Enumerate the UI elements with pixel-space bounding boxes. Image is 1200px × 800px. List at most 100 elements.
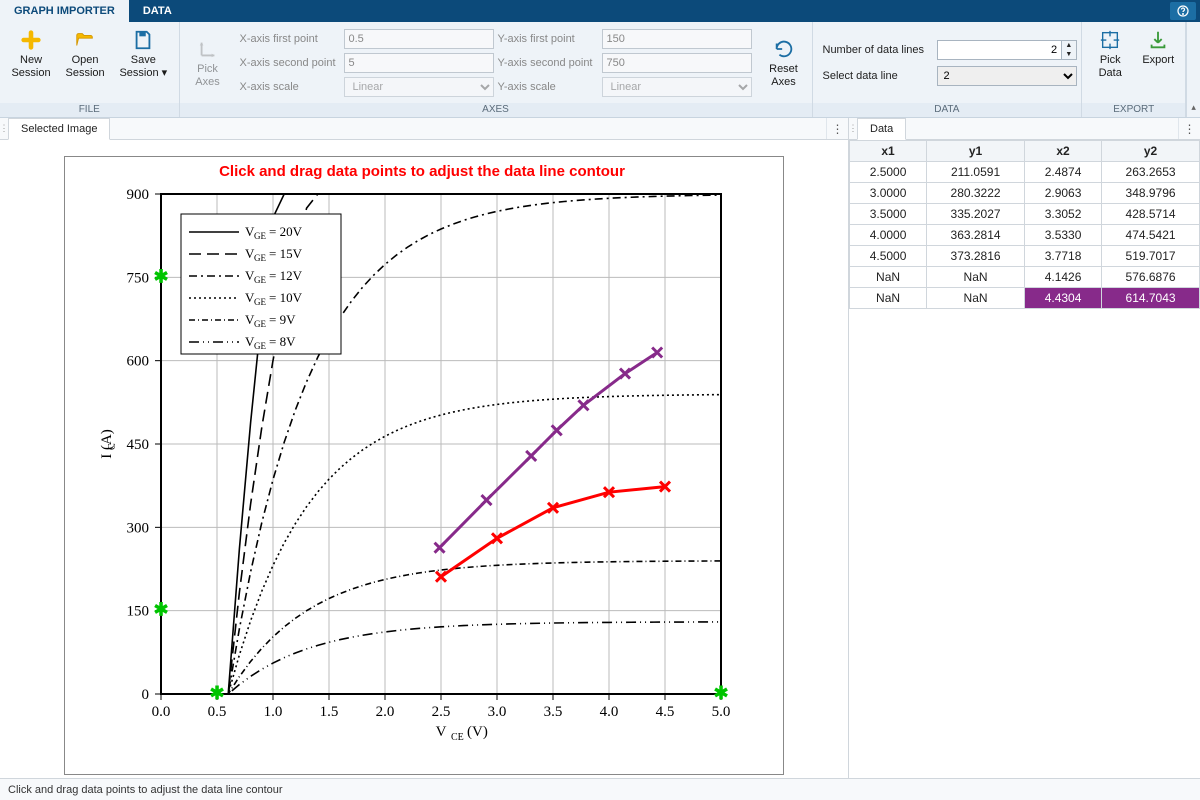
status-text: Click and drag data points to adjust the… — [8, 784, 283, 796]
help-button[interactable] — [1170, 2, 1196, 20]
svg-text:0: 0 — [142, 687, 150, 703]
reset-axes-button[interactable]: Reset Axes — [762, 35, 806, 90]
table-cell[interactable]: 4.0000 — [850, 225, 927, 246]
table-cell[interactable]: NaN — [850, 288, 927, 309]
table-cell[interactable]: 4.5000 — [850, 246, 927, 267]
table-cell[interactable]: 3.3052 — [1024, 204, 1101, 225]
x1-input[interactable] — [344, 29, 494, 49]
y2-input[interactable] — [602, 53, 752, 73]
table-cell[interactable]: 428.5714 — [1102, 204, 1200, 225]
svg-text:5.0: 5.0 — [712, 704, 731, 720]
select-line-label: Select data line — [823, 70, 933, 82]
table-header[interactable]: x2 — [1024, 141, 1101, 162]
svg-text:3.0: 3.0 — [488, 704, 507, 720]
reset-icon — [772, 37, 796, 61]
table-cell[interactable]: 2.4874 — [1024, 162, 1101, 183]
open-session-button[interactable]: Open Session — [60, 26, 110, 81]
doc-tab-selected-image[interactable]: Selected Image — [8, 118, 110, 140]
save-icon — [131, 28, 155, 52]
select-line-dropdown[interactable]: 2 — [937, 66, 1077, 86]
table-row[interactable]: 3.5000335.20273.3052428.5714 — [850, 204, 1200, 225]
table-cell[interactable]: 3.5330 — [1024, 225, 1101, 246]
doc-menu-left[interactable]: ⋮ — [826, 118, 848, 139]
svg-text:3.5: 3.5 — [544, 704, 563, 720]
xs-select[interactable]: Linear — [344, 77, 494, 97]
status-bar: Click and drag data points to adjust the… — [0, 778, 1200, 800]
table-cell[interactable]: 3.5000 — [850, 204, 927, 225]
table-cell[interactable]: 335.2027 — [927, 204, 1025, 225]
table-cell[interactable]: 373.2816 — [927, 246, 1025, 267]
table-cell[interactable]: 519.7017 — [1102, 246, 1200, 267]
table-cell[interactable]: 3.0000 — [850, 183, 927, 204]
svg-text:0.5: 0.5 — [208, 704, 227, 720]
table-cell[interactable]: 2.9063 — [1024, 183, 1101, 204]
y1-label: Y-axis first point — [498, 33, 598, 45]
toolstrip-collapse-button[interactable]: ▴ — [1186, 22, 1200, 117]
table-row[interactable]: NaNNaN4.4304614.7043 — [850, 288, 1200, 309]
new-session-button[interactable]: New Session — [6, 26, 56, 81]
table-cell[interactable]: 4.4304 — [1024, 288, 1101, 309]
table-row[interactable]: 3.0000280.32222.9063348.9796 — [850, 183, 1200, 204]
tab-graph-importer[interactable]: GRAPH IMPORTER — [0, 0, 129, 22]
doc-tab-data[interactable]: Data — [857, 118, 906, 140]
x1-label: X-axis first point — [240, 33, 340, 45]
doc-tab-row: ⋮ Selected Image ⋮ ⋮ Data ⋮ — [0, 118, 1200, 140]
table-cell[interactable]: 363.2814 — [927, 225, 1025, 246]
table-row[interactable]: NaNNaN4.1426576.6876 — [850, 267, 1200, 288]
table-cell[interactable]: 4.1426 — [1024, 267, 1101, 288]
svg-text:= 12V: = 12V — [269, 268, 303, 283]
export-icon — [1146, 28, 1170, 52]
svg-text:GE: GE — [254, 231, 266, 241]
tab-data[interactable]: DATA — [129, 0, 186, 22]
svg-text:= 15V: = 15V — [269, 246, 303, 261]
table-cell[interactable]: 3.7718 — [1024, 246, 1101, 267]
table-cell[interactable]: 263.2653 — [1102, 162, 1200, 183]
pick-axes-button[interactable]: Pick Axes — [186, 35, 230, 90]
table-cell[interactable]: NaN — [927, 267, 1025, 288]
table-header[interactable]: y2 — [1102, 141, 1200, 162]
table-cell[interactable]: 474.5421 — [1102, 225, 1200, 246]
plus-icon — [19, 28, 43, 52]
table-cell[interactable]: 348.9796 — [1102, 183, 1200, 204]
table-cell[interactable]: NaN — [927, 288, 1025, 309]
table-cell[interactable]: 2.5000 — [850, 162, 927, 183]
crosshair-icon — [1098, 28, 1122, 52]
svg-text:CE: CE — [451, 732, 464, 743]
table-row[interactable]: 2.5000211.05912.4874263.2653 — [850, 162, 1200, 183]
table-cell[interactable]: 211.0591 — [927, 162, 1025, 183]
dock-handle-right[interactable]: ⋮ — [849, 118, 857, 139]
dock-handle-left[interactable]: ⋮ — [0, 118, 8, 139]
table-cell[interactable]: NaN — [850, 267, 927, 288]
spinner-down-icon[interactable]: ▼ — [1062, 50, 1075, 59]
save-session-button[interactable]: Save Session ▾ — [114, 26, 172, 81]
svg-text:C: C — [107, 443, 118, 450]
table-cell[interactable]: 576.6876 — [1102, 267, 1200, 288]
plot-area[interactable]: 0.00.51.01.52.02.53.03.54.04.55.00150300… — [81, 184, 761, 754]
table-header[interactable]: x1 — [850, 141, 927, 162]
table-header[interactable]: y1 — [927, 141, 1025, 162]
hint-text: Click and drag data points to adjust the… — [81, 163, 763, 180]
svg-text:(V): (V) — [467, 724, 488, 740]
pick-data-button[interactable]: Pick Data — [1088, 26, 1132, 81]
table-cell[interactable]: 614.7043 — [1102, 288, 1200, 309]
svg-text:2.0: 2.0 — [376, 704, 395, 720]
spinner-up-icon[interactable]: ▲ — [1062, 41, 1075, 50]
numlines-input[interactable] — [938, 41, 1062, 59]
export-button[interactable]: Export — [1136, 26, 1180, 69]
ys-select[interactable]: Linear — [602, 77, 752, 97]
folder-open-icon — [73, 28, 97, 52]
table-cell[interactable]: 280.3222 — [927, 183, 1025, 204]
x2-input[interactable] — [344, 53, 494, 73]
svg-text:900: 900 — [127, 187, 150, 203]
table-row[interactable]: 4.5000373.28163.7718519.7017 — [850, 246, 1200, 267]
svg-text:✱: ✱ — [713, 683, 728, 703]
svg-text:V: V — [436, 724, 447, 740]
section-axes: Pick Axes X-axis first point Y-axis firs… — [180, 22, 813, 117]
table-row[interactable]: 4.0000363.28143.5330474.5421 — [850, 225, 1200, 246]
section-data: Number of data lines ▲▼ Select data line… — [813, 22, 1083, 117]
numlines-spinner[interactable]: ▲▼ — [937, 40, 1077, 60]
doc-menu-right[interactable]: ⋮ — [1178, 118, 1200, 139]
data-table[interactable]: x1y1x2y22.5000211.05912.4874263.26533.00… — [849, 140, 1200, 309]
y1-input[interactable] — [602, 29, 752, 49]
toolstrip: New Session Open Session Save Session ▾ … — [0, 22, 1200, 118]
